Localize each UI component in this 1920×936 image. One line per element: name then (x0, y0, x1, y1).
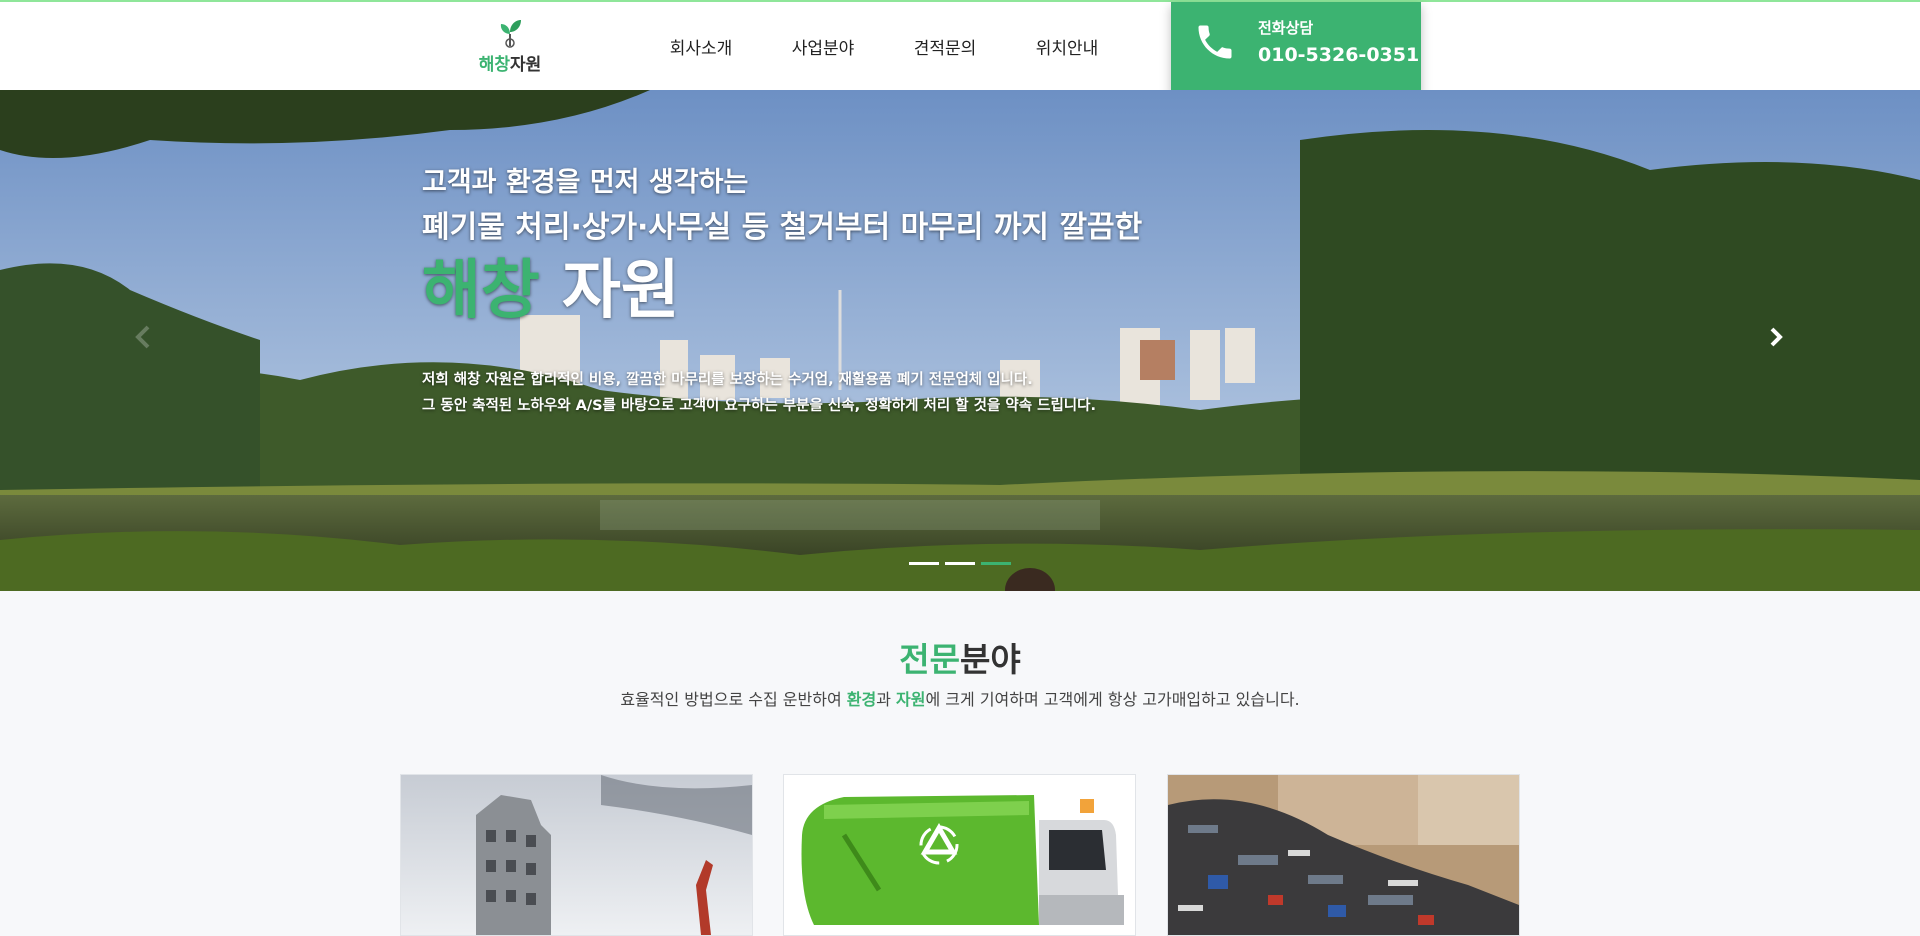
slide-dot-2[interactable] (945, 562, 975, 565)
main-nav: 회사소개 사업분야 견적문의 위치안내 (640, 2, 1128, 90)
nav-location[interactable]: 위치안내 (1006, 34, 1128, 59)
section-title-dark: 분야 (960, 640, 1021, 679)
sprout-icon (500, 20, 521, 48)
hero-brand: 해창 자원 (422, 256, 680, 326)
hero-description-line-2: 그 동안 축적된 노하우와 A/S를 바탕으로 고객이 요구하는 부분을 신속,… (422, 398, 1096, 414)
section-description: 효율적인 방법으로 수집 운반하여 환경과 자원에 크게 기여하며 고객에게 항… (0, 686, 1920, 710)
slide-indicators (909, 562, 1011, 565)
hero-brand-white: 자원 (562, 254, 680, 328)
building-demolition-image (401, 775, 752, 935)
scrap-pile-image (1168, 775, 1519, 935)
logo-text: 해창자원 (470, 50, 550, 75)
logo[interactable]: 해창자원 (470, 16, 550, 76)
phone-icon (1198, 25, 1232, 59)
desc-highlight-resource: 자원 (896, 690, 926, 709)
section-title-green: 전문 (899, 640, 960, 679)
hero-tagline-2: 폐기물 처리·상가·사무실 등 철거부터 마무리 까지 깔끔한 (422, 210, 1143, 245)
section-title: 전문분야 (0, 633, 1920, 681)
hero-brand-green: 해창 (422, 254, 540, 328)
desc-highlight-environment: 환경 (846, 690, 877, 709)
chevron-left-icon (135, 325, 150, 349)
hero-slider: 고객과 환경을 먼저 생각하는 폐기물 처리·상가·사무실 등 철거부터 마무리… (0, 90, 1920, 591)
desc-text-2: 과 (876, 690, 897, 709)
hero-description-line-1: 저희 해창 자원은 합리적인 비용, 깔끔한 마무리를 보장하는 수거업, 재활… (422, 372, 1033, 388)
card-building-demolition[interactable] (400, 774, 753, 936)
chevron-right-icon (1770, 327, 1783, 347)
desc-text-1: 효율적인 방법으로 수집 운반하여 (620, 690, 847, 709)
logo-brand-dark: 자원 (510, 55, 542, 75)
nav-company[interactable]: 회사소개 (640, 34, 762, 59)
card-garbage-truck[interactable] (783, 774, 1136, 936)
site-header: 해창자원 회사소개 사업분야 견적문의 위치안내 전화상담 010-5326-0… (0, 2, 1920, 94)
prev-slide-arrow[interactable] (128, 317, 158, 357)
hero-description: 저희 해창 자원은 합리적인 비용, 깔끔한 마무리를 보장하는 수거업, 재활… (422, 367, 1096, 419)
phone-number[interactable]: 010-5326-0351 (1258, 44, 1419, 66)
desc-text-3: 에 크게 기여하며 고객에게 항상 고가매입하고 있습니다. (925, 690, 1300, 709)
phone-consult-label: 전화상담 (1258, 19, 1314, 37)
phone-consult-box[interactable]: 전화상담 010-5326-0351 (1171, 2, 1421, 94)
slide-dot-3-active[interactable] (981, 562, 1011, 565)
nav-quote[interactable]: 견적문의 (884, 34, 1006, 59)
nav-business[interactable]: 사업분야 (762, 34, 884, 59)
logo-brand-green: 해창 (478, 55, 510, 75)
next-slide-arrow[interactable] (1762, 317, 1792, 357)
slide-dot-1[interactable] (909, 562, 939, 565)
card-scrap-pile[interactable] (1167, 774, 1520, 936)
hero-tagline-1: 고객과 환경을 먼저 생각하는 (422, 167, 749, 198)
specialty-section: 전문분야 효율적인 방법으로 수집 운반하여 환경과 자원에 크게 기여하며 고… (0, 591, 1920, 936)
garbage-truck-image (784, 775, 1135, 935)
hero-background-image (0, 90, 1920, 591)
